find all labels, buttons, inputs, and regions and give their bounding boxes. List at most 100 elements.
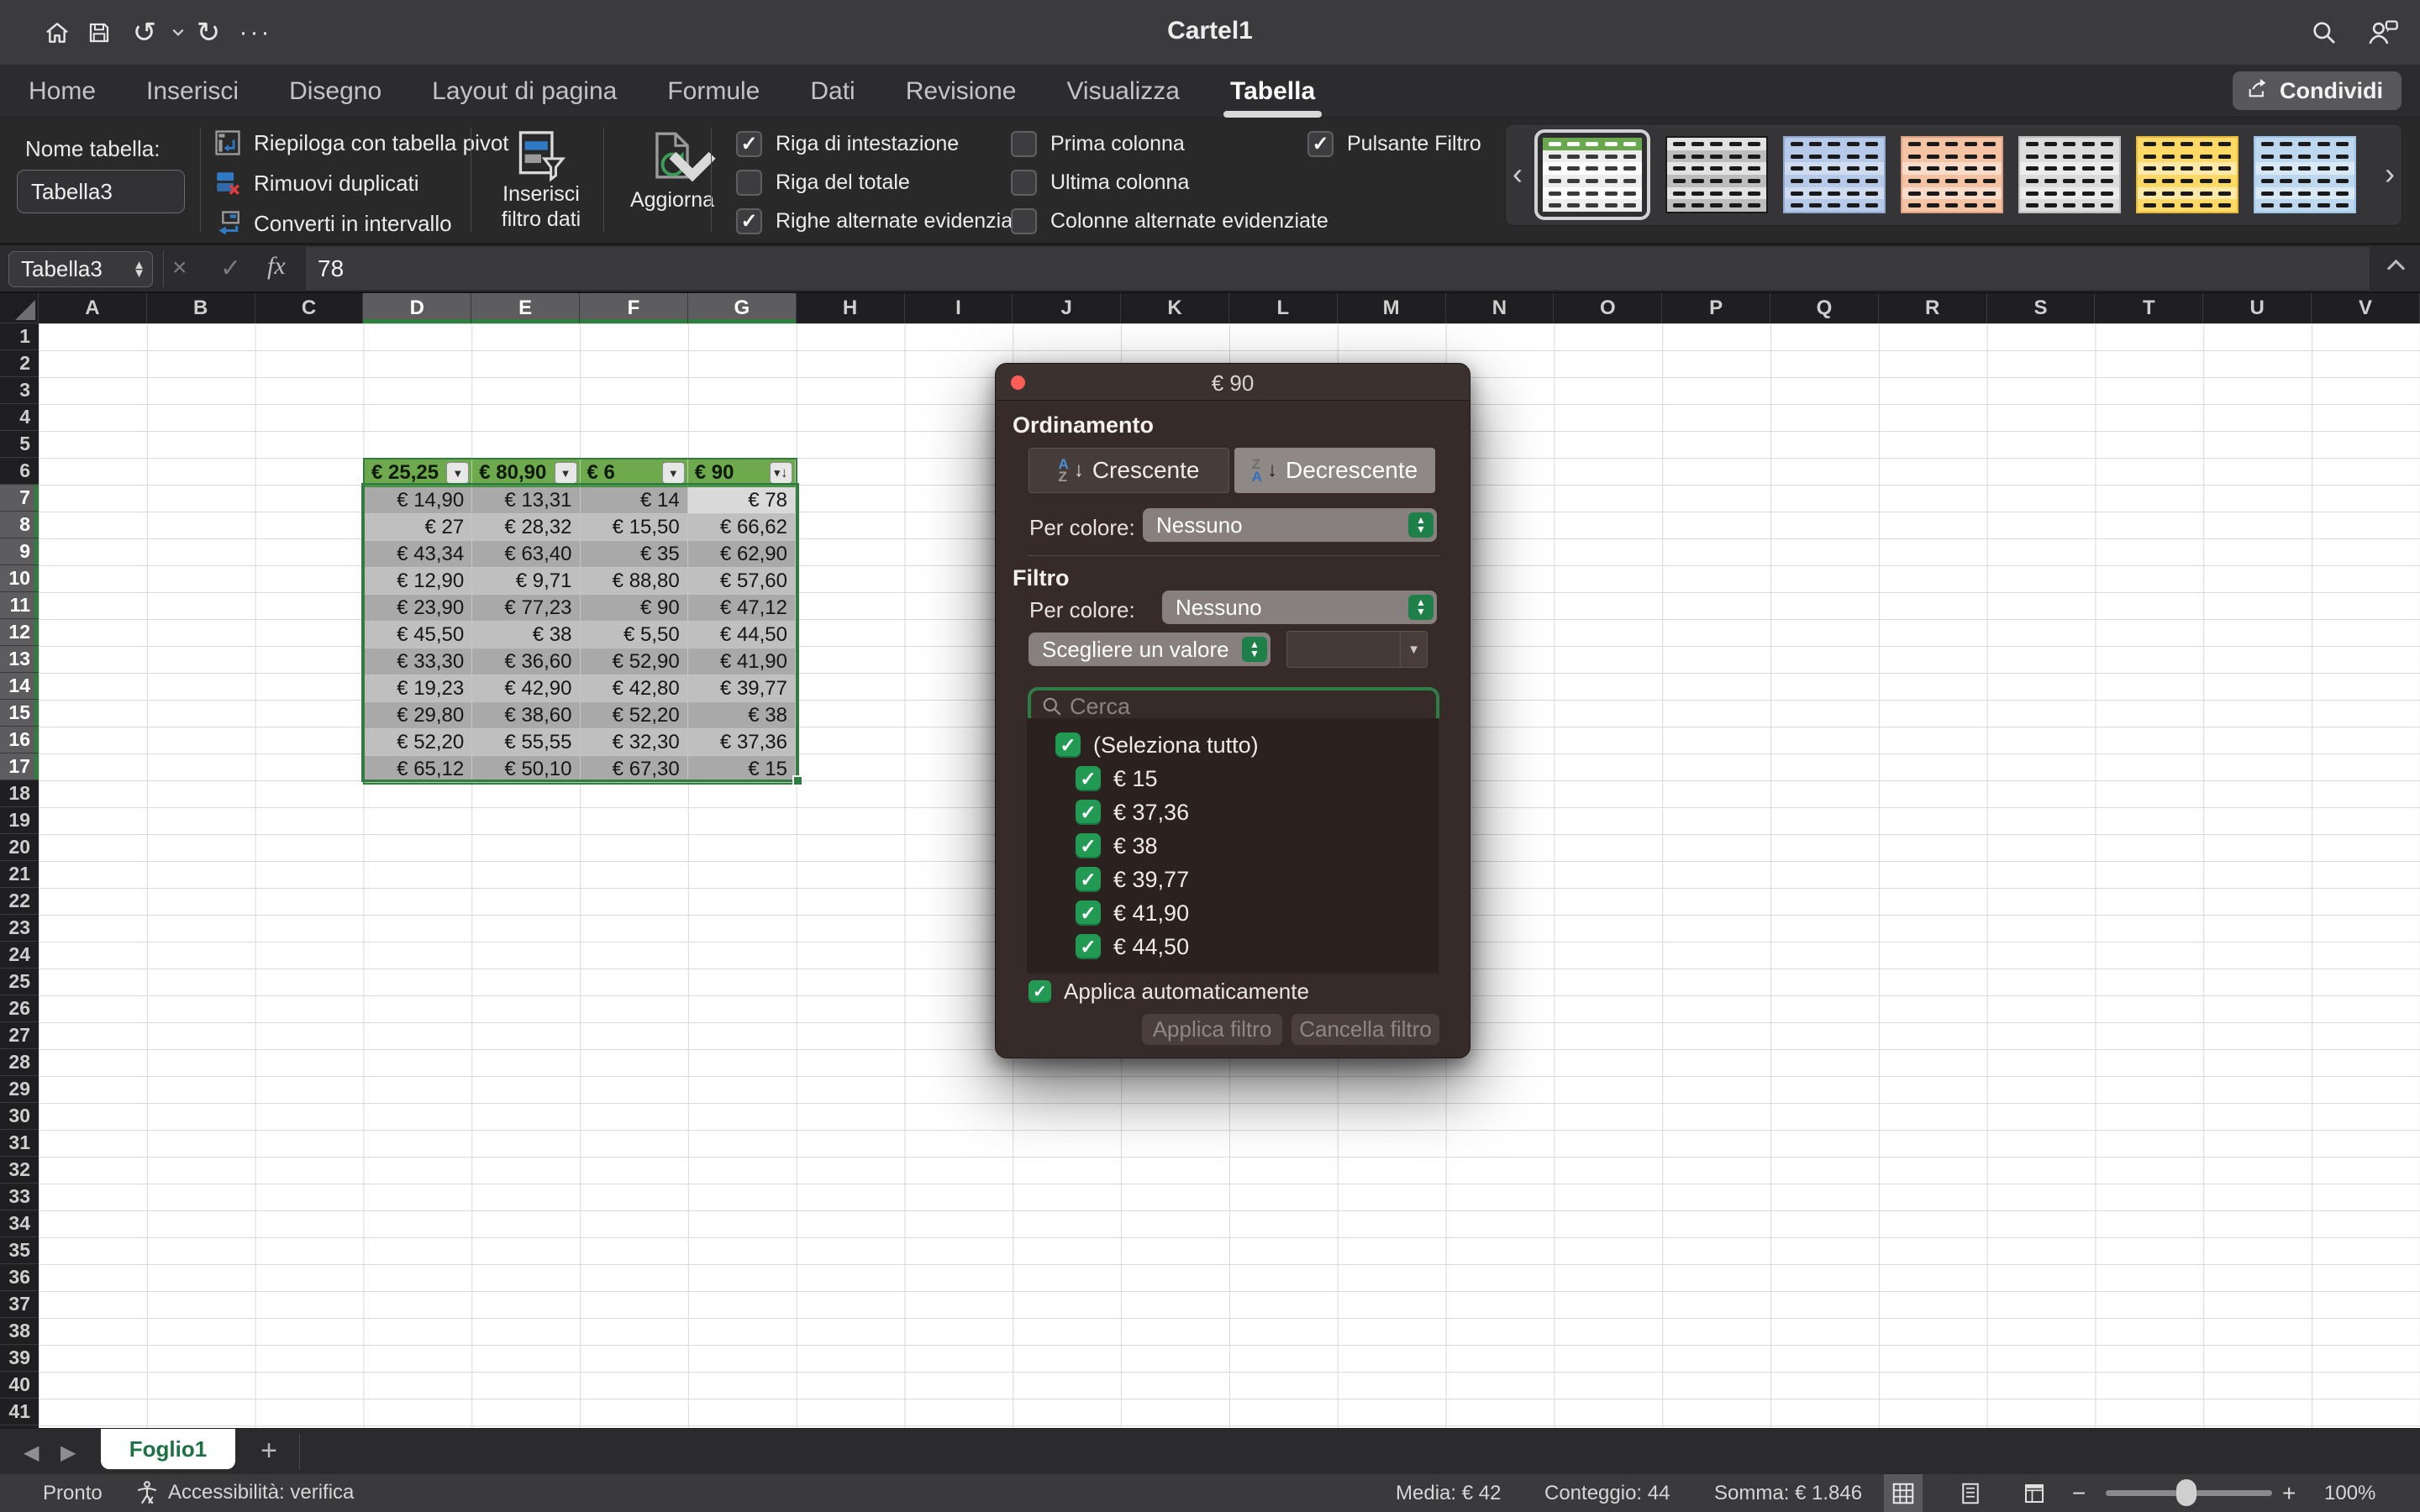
row-header-21[interactable]: 21 bbox=[0, 861, 39, 888]
table-cell[interactable]: € 67,30 bbox=[581, 756, 688, 783]
table-style-grigio[interactable] bbox=[2018, 136, 2121, 213]
column-header-b[interactable]: B bbox=[147, 293, 255, 323]
table-cell[interactable]: € 38 bbox=[472, 622, 580, 648]
table-style-verde[interactable] bbox=[1534, 129, 1650, 220]
row-header-40[interactable]: 40 bbox=[0, 1372, 39, 1399]
sheet-tab-foglio1[interactable]: Foglio1 bbox=[101, 1429, 235, 1469]
ribbon-tab-dati[interactable]: Dati bbox=[807, 77, 858, 106]
filter-button-25-25[interactable]: ▼ bbox=[446, 462, 469, 484]
ribbon-tab-tabella[interactable]: Tabella bbox=[1227, 77, 1318, 106]
table-cell[interactable]: € 41,90 bbox=[688, 648, 796, 675]
column-header-s[interactable]: S bbox=[1987, 293, 2096, 323]
ribbon-tab-revisione[interactable]: Revisione bbox=[902, 77, 1020, 106]
column-header-r[interactable]: R bbox=[1879, 293, 1987, 323]
table-cell[interactable]: € 36,60 bbox=[472, 648, 580, 675]
column-header-n[interactable]: N bbox=[1446, 293, 1555, 323]
row-header-41[interactable]: 41 bbox=[0, 1399, 39, 1425]
ribbon-tab-home[interactable]: Home bbox=[25, 77, 99, 106]
row-header-25[interactable]: 25 bbox=[0, 969, 39, 995]
table-cell[interactable]: € 88,80 bbox=[581, 568, 688, 595]
ribbon-tab-layout-di-pagina[interactable]: Layout di pagina bbox=[429, 77, 620, 106]
row-header-19[interactable]: 19 bbox=[0, 807, 39, 834]
table-cell[interactable]: € 9,71 bbox=[472, 568, 580, 595]
row-header-13[interactable]: 13 bbox=[0, 646, 39, 673]
name-box[interactable]: Tabella3 ▲▼ bbox=[8, 251, 153, 287]
column-header-c[interactable]: C bbox=[255, 293, 364, 323]
column-header-u[interactable]: U bbox=[2203, 293, 2312, 323]
gallery-next-icon[interactable]: › bbox=[2385, 156, 2395, 192]
add-sheet-button[interactable]: + bbox=[252, 1434, 286, 1467]
option-righe-alternate-evidenziate[interactable]: ✓Righe alternate evidenziate bbox=[736, 208, 1030, 234]
table-cell[interactable]: € 43,34 bbox=[365, 541, 472, 568]
row-header-5[interactable]: 5 bbox=[0, 431, 39, 458]
refresh-button[interactable]: Aggiorna bbox=[618, 129, 726, 213]
row-header-36[interactable]: 36 bbox=[0, 1264, 39, 1291]
auto-apply-checkbox[interactable]: ✓ Applica automaticamente bbox=[1028, 979, 1309, 1005]
row-header-1[interactable]: 1 bbox=[0, 323, 39, 350]
name-box-stepper-icon[interactable]: ▲▼ bbox=[133, 261, 152, 278]
option-prima-colonna[interactable]: Prima colonna bbox=[1011, 131, 1328, 157]
option-colonne-alternate-evidenziate[interactable]: Colonne alternate evidenziate bbox=[1011, 208, 1328, 234]
row-header-6[interactable]: 6 bbox=[0, 458, 39, 485]
row-header-34[interactable]: 34 bbox=[0, 1210, 39, 1237]
table-name-input[interactable] bbox=[17, 170, 185, 213]
table-cell[interactable]: € 37,36 bbox=[688, 729, 796, 756]
row-header-32[interactable]: 32 bbox=[0, 1157, 39, 1184]
column-header-i[interactable]: I bbox=[905, 293, 1013, 323]
row-header-35[interactable]: 35 bbox=[0, 1237, 39, 1264]
table-cell[interactable]: € 45,50 bbox=[365, 622, 472, 648]
gallery-prev-icon[interactable]: ‹ bbox=[1512, 156, 1523, 192]
column-header-t[interactable]: T bbox=[2095, 293, 2203, 323]
row-header-23[interactable]: 23 bbox=[0, 915, 39, 942]
table-cell[interactable]: € 13,31 bbox=[472, 487, 580, 514]
filter-item-39-77[interactable]: ✓€ 39,77 bbox=[1027, 863, 1439, 896]
table-cell[interactable]: € 90 bbox=[581, 595, 688, 622]
contact-support-icon[interactable] bbox=[2366, 17, 2400, 49]
row-header-39[interactable]: 39 bbox=[0, 1345, 39, 1372]
row-header-12[interactable]: 12 bbox=[0, 619, 39, 646]
column-header-q[interactable]: Q bbox=[1770, 293, 1879, 323]
table-cell[interactable]: € 52,20 bbox=[365, 729, 472, 756]
table-cell[interactable]: € 63,40 bbox=[472, 541, 580, 568]
table-cell[interactable]: € 14,90 bbox=[365, 487, 472, 514]
row-header-28[interactable]: 28 bbox=[0, 1049, 39, 1076]
combo-dropdown-icon[interactable]: ▼ bbox=[1400, 632, 1427, 667]
column-header-g[interactable]: G bbox=[688, 293, 797, 323]
sort-by-color-dropdown[interactable]: Nessuno ▲▼ bbox=[1143, 508, 1437, 542]
table-cell[interactable]: € 29,80 bbox=[365, 702, 472, 729]
filter-item-seleziona-tutto[interactable]: ✓(Seleziona tutto) bbox=[1027, 728, 1439, 762]
column-header-j[interactable]: J bbox=[1013, 293, 1121, 323]
table-cell[interactable]: € 50,10 bbox=[472, 756, 580, 783]
row-header-20[interactable]: 20 bbox=[0, 834, 39, 861]
table-cell[interactable]: € 52,90 bbox=[581, 648, 688, 675]
prev-sheet-icon[interactable]: ◀ bbox=[24, 1441, 39, 1465]
row-header-3[interactable]: 3 bbox=[0, 377, 39, 404]
table-cell[interactable]: € 65,12 bbox=[365, 756, 472, 783]
table-cell[interactable]: € 42,80 bbox=[581, 675, 688, 702]
table-style-giallo[interactable] bbox=[2136, 136, 2238, 213]
row-header-24[interactable]: 24 bbox=[0, 942, 39, 969]
table-cell[interactable]: € 15 bbox=[688, 756, 796, 783]
next-sheet-icon[interactable]: ▶ bbox=[60, 1441, 76, 1465]
clear-filter-button[interactable]: Cancella filtro bbox=[1292, 1014, 1439, 1045]
table-style-blu[interactable] bbox=[1783, 136, 1886, 213]
table-cell[interactable]: € 23,90 bbox=[365, 595, 472, 622]
table-style-grigio-scuro[interactable] bbox=[1665, 136, 1768, 213]
column-header-f[interactable]: F bbox=[580, 293, 688, 323]
column-header-v[interactable]: V bbox=[2312, 293, 2420, 323]
filter-item-37-36[interactable]: ✓€ 37,36 bbox=[1027, 795, 1439, 829]
sort-ascending-button[interactable]: AZ ↓ Crescente bbox=[1028, 448, 1229, 493]
confirm-entry-icon[interactable]: ✓ bbox=[220, 254, 241, 283]
table-cell[interactable]: € 15,50 bbox=[581, 514, 688, 541]
table-cell[interactable]: € 38,60 bbox=[472, 702, 580, 729]
select-all-corner[interactable] bbox=[0, 293, 39, 323]
row-header-31[interactable]: 31 bbox=[0, 1130, 39, 1157]
option-ultima-colonna[interactable]: Ultima colonna bbox=[1011, 170, 1328, 196]
filter-item-15[interactable]: ✓€ 15 bbox=[1027, 762, 1439, 795]
collapse-ribbon-icon[interactable] bbox=[2386, 259, 2407, 272]
ribbon-tab-disegno[interactable]: Disegno bbox=[286, 77, 385, 106]
option-riga-del-totale[interactable]: Riga del totale bbox=[736, 170, 1030, 196]
zoom-slider-knob[interactable] bbox=[2176, 1479, 2196, 1506]
row-header-7[interactable]: 7 bbox=[0, 485, 39, 512]
table-cell[interactable]: € 27 bbox=[365, 514, 472, 541]
